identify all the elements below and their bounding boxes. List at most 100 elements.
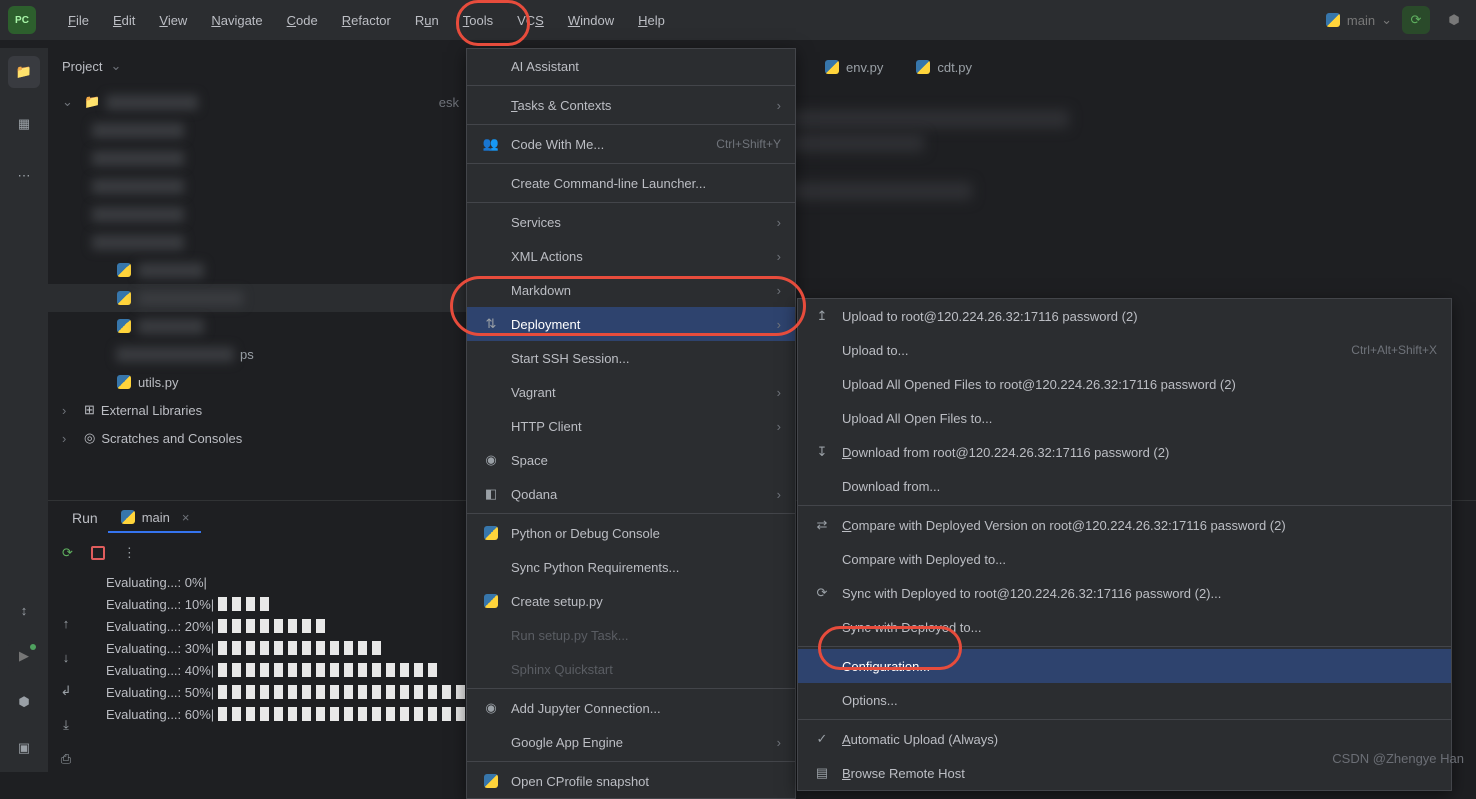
- tree-root[interactable]: ⌄📁xxxxxxxxesk: [48, 88, 467, 116]
- python-icon: [116, 318, 132, 334]
- python-console-button[interactable]: ⬢: [8, 686, 40, 718]
- run-button[interactable]: ⟳: [1402, 6, 1430, 34]
- menu-ssh-session[interactable]: Start SSH Session...: [467, 341, 795, 375]
- chevron-down-icon: ⌄: [110, 58, 121, 74]
- menu-vagrant[interactable]: Vagrant›: [467, 375, 795, 409]
- people-icon: 👥: [481, 136, 501, 152]
- deploy-sync-host[interactable]: ⟳Sync with Deployed to root@120.224.26.3…: [798, 576, 1451, 610]
- menu-qodana[interactable]: ◧Qodana›: [467, 477, 795, 511]
- menu-run[interactable]: Run: [403, 7, 451, 34]
- deploy-compare-host[interactable]: ⇄Compare with Deployed Version on root@1…: [798, 508, 1451, 542]
- tree-item[interactable]: xxxxxxxxxxxxps: [48, 340, 467, 368]
- rerun-button[interactable]: ⟳: [62, 545, 73, 561]
- chevron-right-icon: ›: [777, 98, 781, 113]
- deploy-upload-host[interactable]: ↥Upload to root@120.224.26.32:17116 pass…: [798, 299, 1451, 333]
- menu-xml-actions[interactable]: XML Actions›: [467, 239, 795, 273]
- deploy-compare[interactable]: Compare with Deployed to...: [798, 542, 1451, 576]
- tree-file-label: utils.py: [138, 375, 178, 390]
- menu-navigate[interactable]: Navigate: [199, 7, 274, 34]
- menu-sync-requirements[interactable]: Sync Python Requirements...: [467, 550, 795, 584]
- menu-python-console[interactable]: Python or Debug Console: [467, 516, 795, 550]
- menu-refactor[interactable]: Refactor: [330, 7, 403, 34]
- menu-create-setup[interactable]: Create setup.py: [467, 584, 795, 618]
- menu-space[interactable]: ◉Space: [467, 443, 795, 477]
- run-config-selector[interactable]: main ⌄: [1325, 12, 1392, 28]
- tree-external-libs[interactable]: ›⊞External Libraries: [48, 396, 467, 424]
- menu-services[interactable]: Services›: [467, 205, 795, 239]
- chevron-right-icon: ›: [777, 283, 781, 298]
- project-tool-button[interactable]: 📁: [8, 56, 40, 88]
- scroll-up-button[interactable]: ↑: [52, 611, 80, 635]
- deploy-download-from[interactable]: Download from...: [798, 469, 1451, 503]
- python-icon: [120, 509, 136, 525]
- scroll-down-button[interactable]: ↓: [52, 645, 80, 669]
- print-button[interactable]: ⎙: [52, 747, 80, 771]
- menu-file[interactable]: File: [56, 7, 101, 34]
- tree-item[interactable]: xxxx: [48, 312, 467, 340]
- watermark: CSDN @Zhengye Han: [1332, 751, 1464, 766]
- run-tool-button[interactable]: ▶: [8, 640, 40, 672]
- terminal-tool-button[interactable]: ▣: [8, 732, 40, 764]
- python-icon: [116, 374, 132, 390]
- menu-view[interactable]: View: [147, 7, 199, 34]
- editor-tab-env[interactable]: env.py: [808, 51, 899, 83]
- deploy-upload-to[interactable]: Upload to...Ctrl+Alt+Shift+X: [798, 333, 1451, 367]
- menu-vcs[interactable]: VCS: [505, 7, 556, 34]
- chevron-down-icon: ⌄: [1381, 12, 1392, 28]
- debug-button[interactable]: ⬢: [1440, 6, 1468, 34]
- chevron-right-icon: ›: [777, 249, 781, 264]
- deploy-upload-all-opened[interactable]: Upload All Opened Files to root@120.224.…: [798, 367, 1451, 401]
- run-tab-main[interactable]: main×: [108, 503, 202, 533]
- menu-tools[interactable]: Tools: [451, 7, 505, 34]
- deploy-download-host[interactable]: ↧Download from root@120.224.26.32:17116 …: [798, 435, 1451, 469]
- deploy-configuration[interactable]: Configuration...: [798, 649, 1451, 683]
- more-actions-button[interactable]: ⋮: [123, 545, 136, 561]
- close-icon[interactable]: ×: [182, 510, 190, 525]
- project-tree: ⌄📁xxxxxxxxesk xxxxxxxx xxxxxxxx xxxxxxxx…: [48, 84, 467, 456]
- menu-gae[interactable]: Google App Engine›: [467, 725, 795, 759]
- deploy-options[interactable]: Options...: [798, 683, 1451, 717]
- stop-button[interactable]: [91, 546, 105, 560]
- tree-item[interactable]: xxxxxxxx: [48, 172, 467, 200]
- deploy-upload-all-open[interactable]: Upload All Open Files to...: [798, 401, 1451, 435]
- menu-markdown[interactable]: Markdown›: [467, 273, 795, 307]
- menu-code-with-me[interactable]: 👥Code With Me...Ctrl+Shift+Y: [467, 127, 795, 161]
- tree-item-utils[interactable]: utils.py: [48, 368, 467, 396]
- menu-jupyter[interactable]: ◉Add Jupyter Connection...: [467, 691, 795, 725]
- jupyter-icon: ◉: [481, 700, 501, 716]
- tree-item-selected[interactable]: xxxxxxxxxx: [48, 284, 467, 312]
- menu-tasks-contexts[interactable]: Tasks & Contexts›: [467, 88, 795, 122]
- tree-root-suffix: esk: [439, 95, 467, 110]
- chevron-right-icon: ›: [777, 735, 781, 750]
- project-panel: Project ⌄ ⌄📁xxxxxxxxesk xxxxxxxx xxxxxxx…: [48, 48, 468, 500]
- menu-deployment[interactable]: ⇅Deployment›: [467, 307, 795, 341]
- structure-tool-button[interactable]: ▦: [8, 108, 40, 140]
- menu-ai-assistant[interactable]: AI Assistant: [467, 49, 795, 83]
- editor-tab-cdt[interactable]: cdt.py: [899, 51, 988, 83]
- scroll-to-end-button[interactable]: ⤓: [52, 713, 80, 737]
- project-panel-header[interactable]: Project ⌄: [48, 48, 467, 84]
- menu-code[interactable]: Code: [275, 7, 330, 34]
- tree-item[interactable]: xxxx: [48, 256, 467, 284]
- git-tool-button[interactable]: ↕: [8, 594, 40, 626]
- deploy-sync[interactable]: Sync with Deployed to...: [798, 610, 1451, 644]
- menu-http-client[interactable]: HTTP Client›: [467, 409, 795, 443]
- soft-wrap-button[interactable]: ↲: [52, 679, 80, 703]
- menu-window[interactable]: Window: [556, 7, 626, 34]
- tree-item[interactable]: xxxxxxxx: [48, 144, 467, 172]
- tree-scratches[interactable]: ›◎Scratches and Consoles: [48, 424, 467, 452]
- tree-item[interactable]: xxxxxxxx: [48, 200, 467, 228]
- python-icon: [824, 59, 840, 75]
- more-tool-button[interactable]: ⋯: [8, 160, 40, 192]
- menu-create-launcher[interactable]: Create Command-line Launcher...: [467, 166, 795, 200]
- chevron-right-icon: ›: [777, 385, 781, 400]
- tree-item[interactable]: xxxxxxxx: [48, 116, 467, 144]
- menu-help[interactable]: Help: [626, 7, 677, 34]
- tree-item[interactable]: xxxxxxxx: [48, 228, 467, 256]
- deployment-submenu: ↥Upload to root@120.224.26.32:17116 pass…: [797, 298, 1452, 791]
- tools-dropdown: AI Assistant Tasks & Contexts› 👥Code Wit…: [466, 48, 796, 799]
- project-title: Project: [62, 59, 102, 74]
- menu-sphinx: Sphinx Quickstart: [467, 652, 795, 686]
- menu-cprofile[interactable]: Open CProfile snapshot: [467, 764, 795, 798]
- menu-edit[interactable]: Edit: [101, 7, 147, 34]
